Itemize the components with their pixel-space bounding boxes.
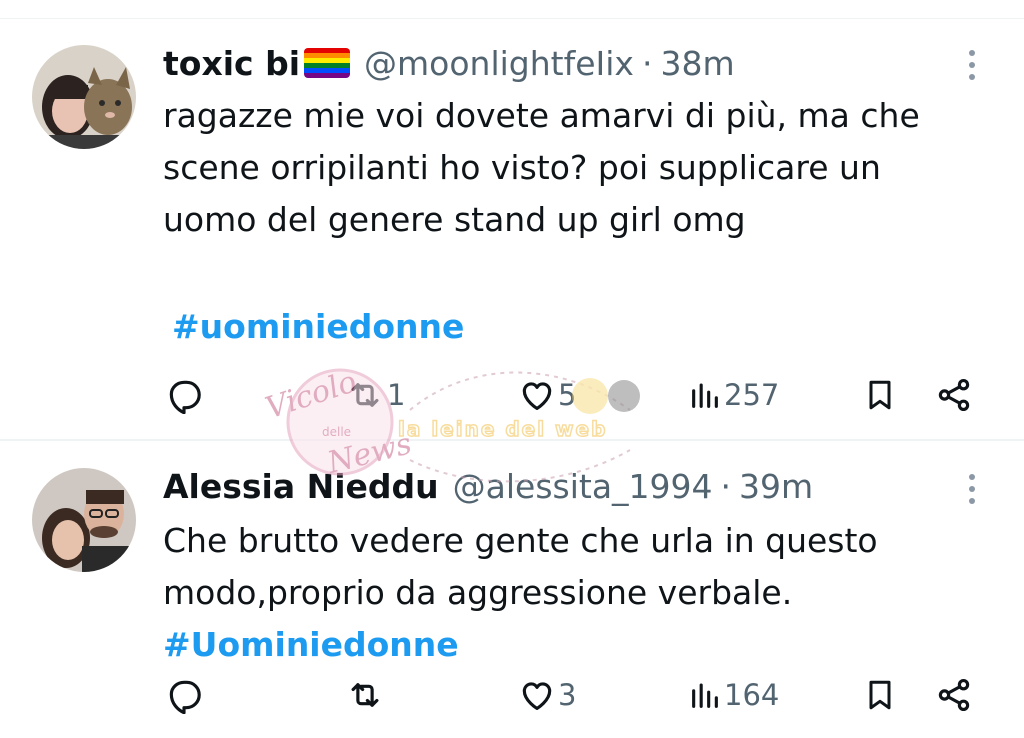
reply-icon [169,380,201,414]
tweet-text-line: modo,proprio da aggressione verbale. [163,573,793,612]
tweet-text-line: scene orripilanti ho visto? poi supplica… [163,148,881,187]
tweet-text-line: ragazze mie voi dovete amarvi di più, ma… [163,96,920,135]
tweet-actions: 3 164 [0,675,1024,715]
retweet-icon [351,683,379,707]
like-count: 5 [558,378,577,412]
separator-dot: · [641,43,653,83]
bookmark-button[interactable] [862,375,898,415]
views-button[interactable]: 164 [688,675,779,715]
share-button[interactable] [935,375,973,415]
view-count: 257 [724,378,780,412]
bookmark-icon [869,380,891,410]
tweet-text: ragazze mie voi dovete amarvi di più, ma… [163,90,983,246]
timestamp[interactable]: 38m [660,44,734,83]
like-count: 3 [558,678,577,712]
bar-chart-icon [692,683,718,708]
retweet-icon [351,383,379,407]
tweet-text-line: uomo del genere stand up girl omg [163,200,746,239]
share-icon [938,679,970,711]
like-button[interactable]: 3 [518,675,576,715]
more-options-icon[interactable] [958,45,986,85]
hashtag-link[interactable]: #Uominiedonne [163,619,983,671]
heart-icon [522,682,552,711]
retweet-button[interactable]: 1 [345,375,405,415]
tweet-header: toxic bi @moonlightfeIix · 38m [163,43,735,83]
avatar[interactable] [32,468,136,572]
tweet-actions: 1 5 257 [0,375,1024,415]
view-count: 164 [724,678,780,712]
retweet-count: 1 [387,378,406,412]
tweet-text: Che brutto vedere gente che urla in ques… [163,515,983,671]
share-button[interactable] [935,675,973,715]
display-name[interactable]: toxic bi [163,44,300,83]
retweet-button[interactable] [345,675,387,715]
rainbow-flag-icon [304,48,351,78]
like-button[interactable]: 5 [518,375,576,415]
user-handle[interactable]: @moonlightfeIix [364,44,634,83]
timestamp[interactable]: 39m [739,467,813,506]
bar-chart-icon [692,383,718,408]
tweet[interactable]: toxic bi @moonlightfeIix · 38m ragazze m… [0,19,1024,439]
bookmark-button[interactable] [862,675,898,715]
display-name[interactable]: Alessia Nieddu [163,467,439,506]
avatar[interactable] [32,45,136,149]
reply-button[interactable] [165,675,205,715]
tweet-text-line: Che brutto vedere gente che urla in ques… [163,521,878,560]
tweet-header: Alessia Nieddu @alessita_1994 · 39m [163,466,813,506]
hashtag-link[interactable]: #uominiedonne [172,301,464,353]
separator-dot: · [720,466,732,506]
heart-icon [522,382,552,411]
reply-icon [169,680,201,714]
bookmark-icon [869,680,891,710]
more-options-icon[interactable] [958,469,986,509]
reply-button[interactable] [165,375,205,415]
share-icon [938,379,970,411]
user-handle[interactable]: @alessita_1994 [453,467,713,506]
tweet[interactable]: Alessia Nieddu @alessita_1994 · 39m Che … [0,441,1024,738]
views-button[interactable]: 257 [688,375,779,415]
